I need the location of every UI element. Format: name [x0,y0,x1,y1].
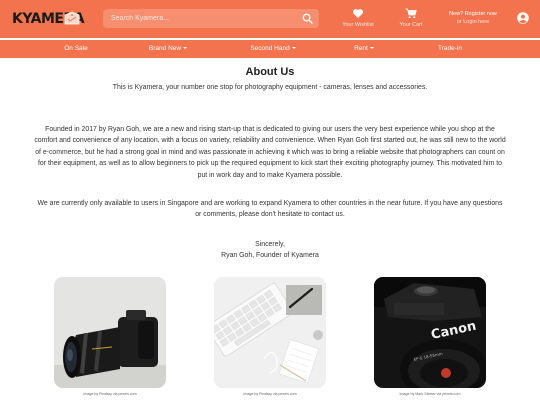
availability-paragraph: We are currently only available to users… [37,200,503,219]
desk-image [214,277,326,388]
cart-label: Your Cart [399,22,423,28]
search-bar [103,9,319,28]
desk-photo [214,277,326,388]
signature-text: Ryan Goh, Founder of Kyamera [221,252,319,260]
nav-second-hand[interactable]: Second Hand [242,40,304,58]
nav-label: Brand New [148,45,182,52]
main-nav: On Sale Brand New Second Hand Rent Trade… [0,40,540,58]
signature-block: Sincerely, Ryan Goh, Founder of Kyamera [34,239,506,262]
photo-credit: Image by Pixabay via pexels.com [83,392,137,396]
top-header: KYAMERA Your Wishlist Your Cart New? Reg… [0,0,540,38]
canon-photo: Canon EF-S 18-55mm [374,277,486,388]
cart-icon [405,8,417,19]
signoff-text: Sincerely, [255,241,285,248]
wishlist-label: Your Wishlist [342,22,374,28]
price-tag-icon [64,11,80,25]
camera-photo [54,277,166,388]
nav-label: Rent [354,45,368,52]
login-text: or Login here [456,19,490,25]
chevron-down-icon [291,47,296,49]
nav-label: On Sale [64,45,88,52]
intro-paragraph: This is Kyamera, your number one stop fo… [112,84,428,91]
camera-image [54,277,166,388]
nav-label: Trade-in [438,45,462,52]
user-icon[interactable] [517,12,529,24]
search-icon[interactable] [302,13,313,24]
photo-credit: Image by Mark Sleeter via pexels.com [399,392,461,396]
nav-brand-new[interactable]: Brand New [140,40,196,58]
canon-image: Canon EF-S 18-55mm [374,277,486,388]
story-paragraph: Founded in 2017 by Ryan Goh, we are a ne… [34,126,506,179]
chevron-down-icon [183,47,188,49]
chevron-down-icon [369,47,374,49]
wishlist-button[interactable]: Your Wishlist [334,8,382,32]
nav-trade-in[interactable]: Trade-in [430,40,470,58]
heart-icon [352,9,364,18]
register-login-link[interactable]: New? Register now or Login here [442,10,504,26]
nav-on-sale[interactable]: On Sale [54,40,98,58]
search-input[interactable] [103,9,293,28]
register-text: New? Register now [449,11,497,17]
nav-rent[interactable]: Rent [349,40,379,58]
page-title: About Us [245,66,295,78]
nav-label: Second Hand [250,45,290,52]
cart-button[interactable]: Your Cart [387,8,435,32]
photo-credit: Image by Pixabay via pexels.com [243,392,297,396]
